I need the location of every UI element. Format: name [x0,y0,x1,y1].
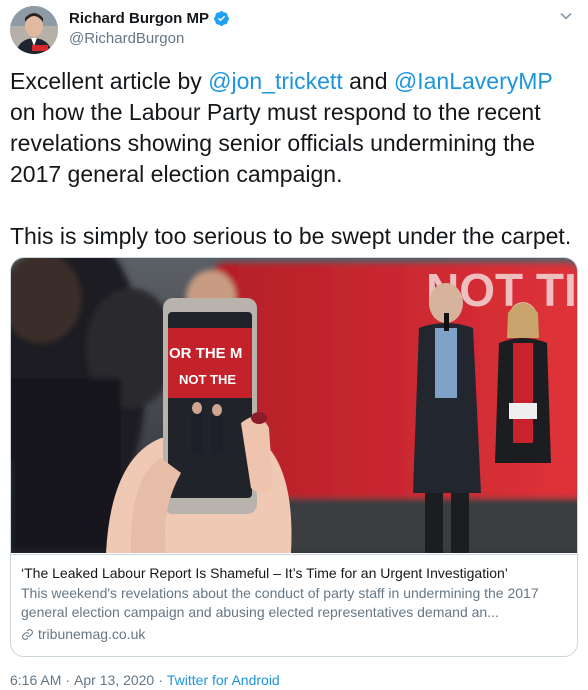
tweet-time[interactable]: 6:16 AM [10,672,61,688]
meta-separator: · [158,672,163,688]
tweet-date[interactable]: Apr 13, 2020 [74,672,154,688]
tweet-text-segment: and [342,68,394,94]
author-name-row: Richard Burgon MP [69,10,230,27]
tweet-paragraph-1: Excellent article by @jon_trickett and @… [10,66,578,190]
author-handle[interactable]: @RichardBurgon [69,30,184,47]
tweet-header: Richard Burgon MP @RichardBurgon [10,6,578,56]
tweet-meta: 6:16 AM · Apr 13, 2020 · Twitter for And… [10,672,280,688]
avatar-image [10,6,58,54]
verified-badge-icon [214,11,229,26]
mention-jon-trickett[interactable]: @jon_trickett [208,68,343,94]
avatar[interactable] [10,6,58,54]
card-domain: tribunemag.co.uk [21,626,145,642]
mention-ian-lavery[interactable]: @IanLaveryMP [394,68,552,94]
tweet-text-segment: on how the Labour Party must respond to … [10,99,541,187]
phone-screen-text-1: OR THE M [169,345,242,362]
tweet-paragraph-2: This is simply too serious to be swept u… [10,223,572,249]
card-domain-text: tribunemag.co.uk [38,626,146,642]
card-title[interactable]: ‘The Leaked Labour Report Is Shameful – … [21,564,567,583]
tweet-text-segment: Excellent article by [10,68,209,94]
link-preview-card[interactable]: NOT TI OR THE M NOT THE ‘The Leaked Labo… [10,257,578,657]
tweet-source[interactable]: Twitter for Android [167,672,280,688]
article-image: NOT TI OR THE M NOT THE [11,258,577,553]
card-description: This weekend's revelations about the con… [21,585,539,620]
author-display-name[interactable]: Richard Burgon MP [69,10,209,27]
phone-screen-text-2: NOT THE [179,372,236,387]
tweet-text: Excellent article by @jon_trickett and @… [10,66,578,252]
card-body: ‘The Leaked Labour Report Is Shameful – … [11,554,577,656]
chevron-down-icon[interactable] [556,6,576,26]
meta-separator: · [65,672,71,688]
link-icon [22,628,33,640]
